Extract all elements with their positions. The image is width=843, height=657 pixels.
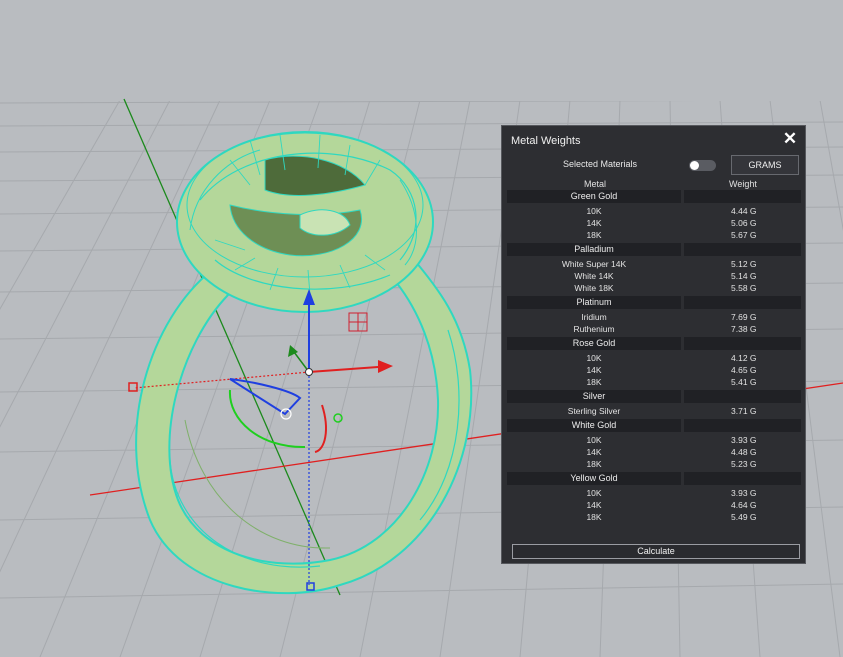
group-band	[684, 296, 801, 309]
selected-materials-row: Selected Materials GRAMS	[502, 155, 805, 177]
metal-weight: 4.64 G	[731, 500, 757, 510]
metal-weight: 4.12 G	[731, 353, 757, 363]
metal-alloy: 18K	[586, 377, 602, 387]
metal-alloy: 14K	[586, 500, 602, 510]
group-band	[684, 190, 801, 203]
selected-materials-toggle[interactable]	[689, 160, 716, 171]
table-row: White Super 14K 5.12 G	[507, 258, 801, 270]
table-row: Sterling Silver 3.71 G	[507, 405, 801, 417]
gumball-origin[interactable]	[305, 368, 313, 376]
metal-alloy: White 18K	[574, 283, 614, 293]
table-row: 18K 5.23 G	[507, 458, 801, 470]
metal-weights-panel: Metal Weights ✕ Selected Materials GRAMS…	[501, 125, 806, 564]
metal-alloy: 10K	[586, 206, 602, 216]
metal-weight: 7.38 G	[731, 324, 757, 334]
metal-alloy: White 14K	[574, 271, 614, 281]
selected-materials-label: Selected Materials	[563, 159, 638, 169]
table-row: Iridium 7.69 G	[507, 311, 801, 323]
metal-alloy: Sterling Silver	[567, 406, 621, 416]
metal-weight: 5.41 G	[731, 377, 757, 387]
metal-alloy: Ruthenium	[573, 324, 615, 334]
gumball-x-shaft[interactable]	[308, 366, 379, 373]
metal-group-name: Palladium	[574, 244, 614, 254]
table-row: 14K 4.48 G	[507, 446, 801, 458]
metal-alloy: 18K	[586, 230, 602, 240]
metal-group-name: White Gold	[571, 420, 617, 430]
table-row: White 14K 5.14 G	[507, 270, 801, 282]
gumball-rotate-arc-icon[interactable]	[229, 378, 302, 416]
metal-group-header: Rose Gold	[507, 337, 801, 350]
metal-alloy: 14K	[586, 365, 602, 375]
metal-weight: 7.69 G	[731, 312, 757, 322]
metal-weight: 5.12 G	[731, 259, 757, 269]
metal-group-header: Yellow Gold	[507, 472, 801, 485]
gumball-rotate-arc-y-icon[interactable]	[228, 389, 306, 449]
ring-model[interactable]	[135, 131, 473, 595]
metal-weight: 5.67 G	[731, 230, 757, 240]
metal-alloy: Iridium	[581, 312, 607, 322]
metal-weight: 4.48 G	[731, 447, 757, 457]
metal-alloy: White Super 14K	[561, 259, 627, 269]
metal-group-name: Rose Gold	[572, 338, 616, 348]
metal-group-header: Silver	[507, 390, 801, 403]
metal-alloy: 14K	[586, 447, 602, 457]
table-row: 18K 5.67 G	[507, 229, 801, 241]
metal-group-name: Platinum	[576, 297, 612, 307]
metal-weight: 4.44 G	[731, 206, 757, 216]
metal-weight: 5.23 G	[731, 459, 757, 469]
toggle-knob	[690, 161, 699, 170]
gumball-move-arrow-x-icon[interactable]	[378, 360, 393, 373]
calculate-button[interactable]: Calculate	[512, 544, 800, 559]
table-row: Ruthenium 7.38 G	[507, 323, 801, 335]
group-band	[684, 472, 801, 485]
metal-weight: 3.93 G	[731, 488, 757, 498]
panel-titlebar[interactable]: Metal Weights ✕	[502, 126, 805, 154]
metal-weight: 5.49 G	[731, 512, 757, 522]
table-row: 10K 4.44 G	[507, 205, 801, 217]
gumball-rotate-arc-x-icon[interactable]	[314, 404, 327, 453]
close-icon[interactable]: ✕	[781, 130, 799, 148]
metal-weight: 4.65 G	[731, 365, 757, 375]
table-row: 10K 3.93 G	[507, 487, 801, 499]
metal-alloy: 10K	[586, 488, 602, 498]
metal-weight: 5.14 G	[731, 271, 757, 281]
group-band	[684, 243, 801, 256]
group-band	[684, 337, 801, 350]
metal-group-header: Platinum	[507, 296, 801, 309]
metal-group-header: Palladium	[507, 243, 801, 256]
group-band	[684, 390, 801, 403]
metal-group-name: Silver	[582, 391, 606, 401]
metal-group-header: White Gold	[507, 419, 801, 432]
table-row: 18K 5.41 G	[507, 376, 801, 388]
metal-alloy: 10K	[586, 435, 602, 445]
table-row: 18K 5.49 G	[507, 511, 801, 523]
gumball-plane-handle-icon[interactable]	[348, 312, 368, 332]
table-row: 14K 4.64 G	[507, 499, 801, 511]
table-row: White 18K 5.58 G	[507, 282, 801, 294]
column-header-weight: Weight	[729, 179, 757, 189]
metal-weight: 3.93 G	[731, 435, 757, 445]
table-row: 14K 4.65 G	[507, 364, 801, 376]
group-band	[684, 419, 801, 432]
metal-weight: 3.71 G	[731, 406, 757, 416]
table-row: 10K 4.12 G	[507, 352, 801, 364]
metal-alloy: 10K	[586, 353, 602, 363]
metal-alloy: 18K	[586, 512, 602, 522]
panel-title: Metal Weights	[511, 135, 581, 147]
metal-group-name: Green Gold	[570, 191, 618, 201]
table-row: 14K 5.06 G	[507, 217, 801, 229]
metal-alloy: 14K	[586, 218, 602, 228]
table-row: 10K 3.93 G	[507, 434, 801, 446]
weights-table: Green Gold 10K 4.44 G 14K 5.06 G 18K 5.67 G Pal…	[507, 190, 801, 525]
metal-group-name: Yellow Gold	[570, 473, 618, 483]
metal-alloy: 18K	[586, 459, 602, 469]
metal-group-header: Green Gold	[507, 190, 801, 203]
metal-weight: 5.06 G	[731, 218, 757, 228]
column-header-metal: Metal	[584, 179, 607, 189]
metal-weight: 5.58 G	[731, 283, 757, 293]
units-button[interactable]: GRAMS	[731, 155, 799, 175]
gumball-y-plane-handle-icon[interactable]	[333, 413, 343, 423]
